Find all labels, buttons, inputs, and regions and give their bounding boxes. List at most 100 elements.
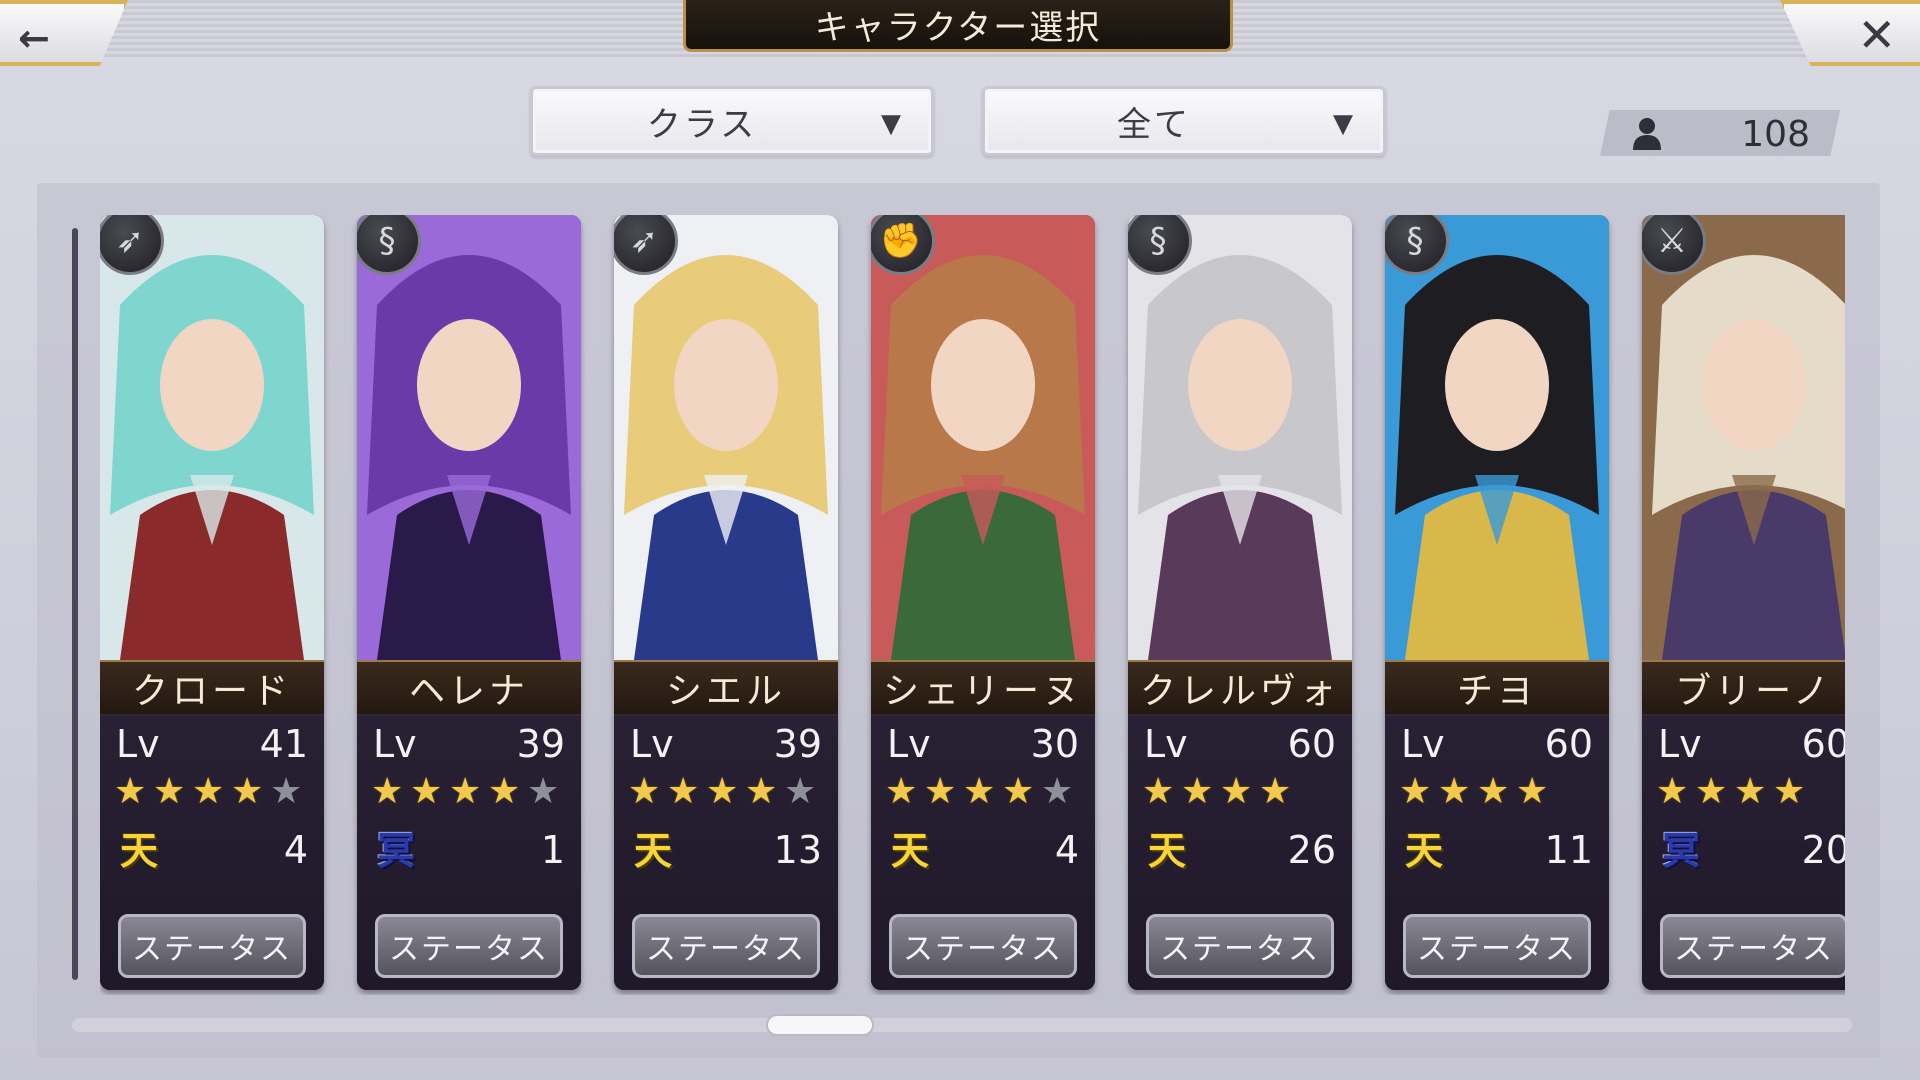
character-name: ブリーノ [1675,671,1833,712]
star-filled-icon: ★ [1477,771,1510,812]
rank-count: 1 [540,828,565,872]
character-stats: Lv 30 ★ ★ ★ ★ ★ 天 4 ステータス [871,714,1095,990]
underworld-rank-icon: 冥 [1661,828,1700,873]
star-filled-icon: ★ [667,771,700,812]
star-filled-icon: ★ [885,771,918,812]
star-rating: ★ ★ ★ ★ [1399,774,1552,810]
status-button[interactable]: ステータス [1660,914,1845,978]
star-rating: ★ ★ ★ ★ ★ [885,774,1077,810]
character-name-bar: チヨ [1385,660,1609,716]
character-portrait [1385,215,1609,660]
character-stats: Lv 60 ★ ★ ★ ★ 天 11 ステータス [1385,714,1609,990]
character-card[interactable]: § チヨ Lv 60 ★ ★ ★ ★ 天 11 ステータス [1385,215,1609,990]
heaven-rank-icon: 天 [1147,828,1186,873]
status-button-label: ステータス [903,932,1063,967]
heaven-rank-icon: 天 [890,828,929,873]
character-portrait [1642,215,1845,660]
status-button[interactable]: ステータス [632,914,820,978]
star-rating: ★ ★ ★ ★ ★ [114,774,306,810]
close-icon: ✕ [1857,8,1896,62]
underworld-rank-icon: 冥 [376,828,415,873]
class-filter-dropdown[interactable]: クラス ▼ [530,86,934,156]
rank-count: 20 [1801,828,1845,872]
page-title: キャラクター選択 [814,8,1102,48]
heaven-rank-icon: 天 [633,828,672,873]
character-name: ヘレナ [408,671,529,712]
character-stats: Lv 60 ★ ★ ★ ★ 天 26 ステータス [1128,714,1352,990]
character-name-bar: シエル [614,660,838,716]
character-card[interactable]: ➶ シエル Lv 39 ★ ★ ★ ★ ★ 天 13 ステータス [614,215,838,990]
rank-count: 11 [1544,828,1593,872]
star-rating: ★ ★ ★ ★ [1656,774,1809,810]
character-card[interactable]: § クレルヴォ Lv 60 ★ ★ ★ ★ 天 26 ステータス [1128,215,1352,990]
status-button-label: ステータス [1160,932,1320,967]
character-stats: Lv 60 ★ ★ ★ ★ 冥 20 ステータス [1642,714,1845,990]
star-filled-icon: ★ [449,771,482,812]
status-button[interactable]: ステータス [375,914,563,978]
star-filled-icon: ★ [371,771,404,812]
star-filled-icon: ★ [745,771,778,812]
level-label: Lv [887,722,931,766]
horizontal-scrollbar-thumb[interactable] [766,1014,874,1036]
star-filled-icon: ★ [114,771,147,812]
character-name: シェリーヌ [882,671,1083,712]
heaven-rank-icon: 天 [1404,828,1443,873]
level-value: 39 [516,722,565,766]
star-filled-icon: ★ [410,771,443,812]
unit-count: 108 [1741,114,1810,155]
level-value: 60 [1801,722,1845,766]
chevron-down-icon: ▼ [1333,109,1353,139]
status-button-label: ステータス [132,932,292,967]
status-button-label: ステータス [389,932,549,967]
status-button[interactable]: ステータス [1403,914,1591,978]
character-name: クロード [131,671,292,712]
status-button-label: ステータス [1674,932,1834,967]
star-rating: ★ ★ ★ ★ [1142,774,1295,810]
rank-count: 4 [1054,828,1079,872]
character-portrait [871,215,1095,660]
rarity-filter-dropdown[interactable]: 全て ▼ [982,86,1386,156]
star-filled-icon: ★ [1734,771,1767,812]
star-filled-icon: ★ [706,771,739,812]
star-filled-icon: ★ [1220,771,1253,812]
star-rating: ★ ★ ★ ★ ★ [628,774,820,810]
character-card[interactable]: ➶ クロード Lv 41 ★ ★ ★ ★ ★ 天 4 ステータス [100,215,324,990]
star-filled-icon: ★ [192,771,225,812]
character-card[interactable]: § ヘレナ Lv 39 ★ ★ ★ ★ ★ 冥 1 ステータス [357,215,581,990]
level-value: 30 [1030,722,1079,766]
character-card-list[interactable]: ➶ クロード Lv 41 ★ ★ ★ ★ ★ 天 4 ステータス § ヘレナ Lv 39 ★ ★ ★ ★ ★ 冥 1 ステータ… [100,215,1845,995]
star-filled-icon: ★ [1516,771,1549,812]
character-name: チヨ [1456,671,1537,712]
status-button-label: ステータス [646,932,806,967]
character-portrait [357,215,581,660]
character-name-bar: ヘレナ [357,660,581,716]
horizontal-scrollbar-track[interactable] [72,1018,1852,1032]
status-button[interactable]: ステータス [889,914,1077,978]
level-value: 41 [259,722,308,766]
level-value: 60 [1287,722,1336,766]
star-rating: ★ ★ ★ ★ ★ [371,774,563,810]
level-value: 39 [773,722,822,766]
character-stats: Lv 39 ★ ★ ★ ★ ★ 天 13 ステータス [614,714,838,990]
star-filled-icon: ★ [1181,771,1214,812]
heaven-rank-icon: 天 [119,828,158,873]
character-name-bar: ブリーノ [1642,660,1845,716]
character-card[interactable]: ⚔ ブリーノ Lv 60 ★ ★ ★ ★ 冥 20 ステータス [1642,215,1845,990]
unit-count-box: 108 [1600,110,1840,156]
star-filled-icon: ★ [628,771,661,812]
star-filled-icon: ★ [1002,771,1035,812]
character-stats: Lv 39 ★ ★ ★ ★ ★ 冥 1 ステータス [357,714,581,990]
character-card[interactable]: ✊ シェリーヌ Lv 30 ★ ★ ★ ★ ★ 天 4 ステータス [871,215,1095,990]
star-filled-icon: ★ [963,771,996,812]
rank-count: 4 [283,828,308,872]
star-filled-icon: ★ [1773,771,1806,812]
level-label: Lv [373,722,417,766]
rank-count: 13 [773,828,822,872]
list-left-rail [72,228,78,980]
status-button[interactable]: ステータス [118,914,306,978]
star-filled-icon: ★ [1142,771,1175,812]
status-button[interactable]: ステータス [1146,914,1334,978]
character-stats: Lv 41 ★ ★ ★ ★ ★ 天 4 ステータス [100,714,324,990]
star-filled-icon: ★ [1656,771,1689,812]
character-name: シエル [665,671,786,712]
